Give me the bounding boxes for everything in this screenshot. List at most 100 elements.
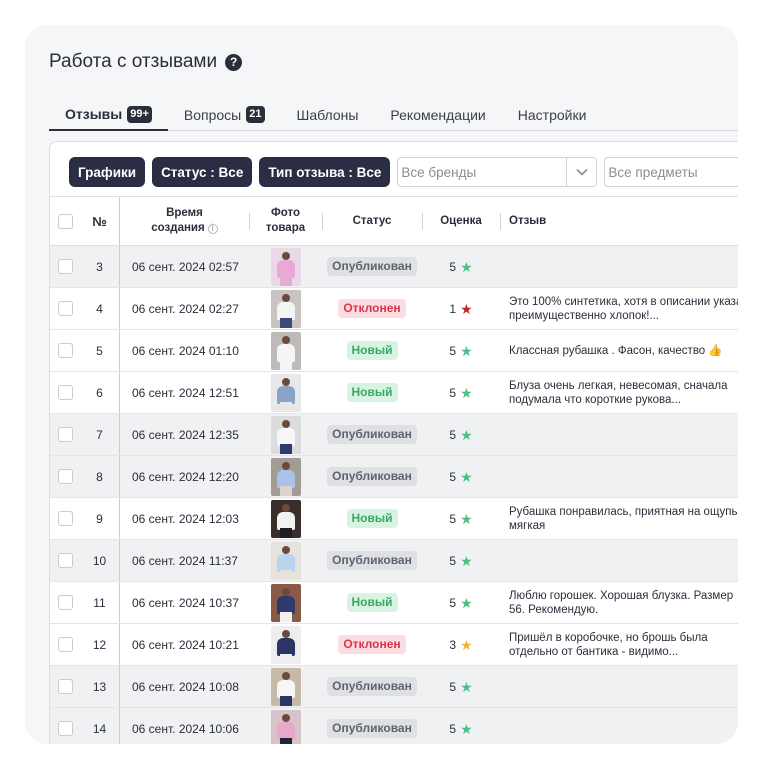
row-checkbox[interactable] <box>57 595 73 610</box>
product-photo[interactable] <box>270 457 301 496</box>
column-header-number[interactable]: № <box>80 197 120 245</box>
status-badge: Новый <box>346 383 398 402</box>
photo-figure-legs <box>279 317 292 328</box>
row-checkbox[interactable] <box>57 301 73 316</box>
photo-figure-legs <box>279 443 292 454</box>
table-row[interactable]: 13 06 сент. 2024 10:08 Опубликован 5 ★ <box>50 666 738 708</box>
rating-cell: 5 ★ <box>422 540 500 581</box>
status-badge: Опубликован <box>327 719 417 738</box>
row-checkbox[interactable] <box>57 679 73 694</box>
table-row[interactable]: 10 06 сент. 2024 11:37 Опубликован 5 ★ <box>50 540 738 582</box>
product-photo[interactable] <box>270 499 301 538</box>
row-checkbox[interactable] <box>57 469 73 484</box>
photo-figure-head <box>281 335 290 344</box>
tab-reviews[interactable]: Отзывы 99+ <box>49 99 168 131</box>
row-number: 9 <box>80 498 120 539</box>
tab-count-badge: 99+ <box>127 105 152 123</box>
status-badge: Новый <box>346 341 398 360</box>
row-number: 12 <box>80 624 120 665</box>
tab-templates[interactable]: Шаблоны <box>281 99 375 130</box>
row-checkbox-cell <box>50 708 80 744</box>
row-checkbox[interactable] <box>57 553 73 568</box>
column-header-status[interactable]: Статус <box>322 197 422 245</box>
photo-figure-legs <box>279 275 292 286</box>
photo-figure-head <box>281 377 290 386</box>
tab-recommendations[interactable]: Рекомендации <box>374 99 501 130</box>
status-badge: Отклонен <box>338 635 406 654</box>
rating-value: 3 <box>449 637 457 652</box>
row-checkbox[interactable] <box>57 343 73 358</box>
status-filter-button[interactable]: Статус : Все <box>152 157 253 187</box>
product-photo[interactable] <box>270 247 301 286</box>
brands-select-placeholder: Все бренды <box>401 164 477 180</box>
page-title: Работа с отзывами <box>49 51 218 72</box>
row-number: 8 <box>80 456 120 497</box>
product-photo[interactable] <box>270 415 301 454</box>
photo-figure-head <box>281 461 290 470</box>
subjects-select-placeholder: Все предметы <box>608 164 698 180</box>
reviews-panel: Графики Статус : Все Тип отзыва : Все Вс… <box>49 141 738 744</box>
tab-questions[interactable]: Вопросы 21 <box>168 99 281 130</box>
row-date: 06 сент. 2024 10:37 <box>132 595 239 610</box>
product-photo[interactable] <box>270 331 301 370</box>
product-photo[interactable] <box>270 625 301 664</box>
rating-cell: 5 ★ <box>422 498 500 539</box>
row-checkbox[interactable] <box>57 427 73 442</box>
select-all-checkbox[interactable] <box>57 213 73 229</box>
info-icon[interactable]: i <box>207 223 218 234</box>
question-circle-icon[interactable]: ? <box>225 53 243 71</box>
table-row[interactable]: 12 06 сент. 2024 10:21 Отклонен 3 ★ Приш… <box>50 624 738 666</box>
row-number: 3 <box>80 246 120 287</box>
title-row: Работа с отзывами ? <box>49 51 243 73</box>
table-row[interactable]: 8 06 сент. 2024 12:20 Опубликован 5 ★ <box>50 456 738 498</box>
review-type-filter-button[interactable]: Тип отзыва : Все <box>259 157 391 187</box>
row-date: 06 сент. 2024 11:37 <box>132 553 238 568</box>
product-photo-cell <box>249 456 322 497</box>
row-date: 06 сент. 2024 10:08 <box>132 679 239 694</box>
filters-bar: Графики Статус : Все Тип отзыва : Все Вс… <box>69 157 738 187</box>
row-checkbox[interactable] <box>57 259 73 274</box>
star-icon: ★ <box>460 720 473 737</box>
chevron-down-icon[interactable] <box>566 158 596 186</box>
product-photo[interactable] <box>270 583 301 622</box>
product-photo[interactable] <box>270 289 301 328</box>
product-photo-cell <box>249 498 322 539</box>
table-row[interactable]: 11 06 сент. 2024 10:37 Новый 5 ★ Люблю г… <box>50 582 738 624</box>
table-row[interactable]: 5 06 сент. 2024 01:10 Новый 5 ★ Классная… <box>50 330 738 372</box>
star-icon: ★ <box>460 678 473 695</box>
product-photo[interactable] <box>270 667 301 706</box>
column-header-created-line1: Время <box>166 207 203 219</box>
subjects-select[interactable]: Все предметы <box>604 157 738 187</box>
row-checkbox[interactable] <box>57 385 73 400</box>
table-row[interactable]: 3 06 сент. 2024 02:57 Опубликован 5 ★ <box>50 246 738 288</box>
product-photo[interactable] <box>270 709 301 744</box>
table-row[interactable]: 6 06 сент. 2024 12:51 Новый 5 ★ Блуза оч… <box>50 372 738 414</box>
photo-figure-legs <box>279 737 292 744</box>
charts-button[interactable]: Графики <box>69 157 146 187</box>
row-checkbox[interactable] <box>57 721 73 736</box>
tab-label: Рекомендации <box>390 106 486 123</box>
column-header-created[interactable]: Время создания i <box>120 197 249 245</box>
column-header-rating[interactable]: Оценка <box>422 197 500 245</box>
status-cell: Новый <box>322 372 422 413</box>
row-checkbox[interactable] <box>57 637 73 652</box>
row-checkbox[interactable] <box>57 511 73 526</box>
row-date: 06 сент. 2024 12:20 <box>132 469 239 484</box>
product-photo[interactable] <box>270 373 301 412</box>
table-row[interactable]: 7 06 сент. 2024 12:35 Опубликован 5 ★ <box>50 414 738 456</box>
product-photo[interactable] <box>270 541 301 580</box>
row-number: 13 <box>80 666 120 707</box>
photo-figure-legs <box>279 527 292 538</box>
brands-select[interactable]: Все бренды <box>397 157 598 187</box>
column-header-photo-line1: Фото <box>270 207 301 219</box>
tab-settings[interactable]: Настройки <box>502 99 603 130</box>
table-row[interactable]: 9 06 сент. 2024 12:03 Новый 5 ★ Рубашка … <box>50 498 738 540</box>
photo-figure-head <box>281 629 290 638</box>
photo-figure-legs <box>279 653 292 664</box>
tabs-bar: Отзывы 99+ Вопросы 21 Шаблоны Рекомендац… <box>49 99 738 131</box>
table-row[interactable]: 14 06 сент. 2024 10:06 Опубликован 5 ★ <box>50 708 738 744</box>
row-date: 06 сент. 2024 01:10 <box>132 343 239 358</box>
row-date: 06 сент. 2024 12:51 <box>132 385 239 400</box>
table-row[interactable]: 4 06 сент. 2024 02:27 Отклонен 1 ★ Это 1… <box>50 288 738 330</box>
table-body: 3 06 сент. 2024 02:57 Опубликован 5 ★ 4 … <box>50 246 738 744</box>
